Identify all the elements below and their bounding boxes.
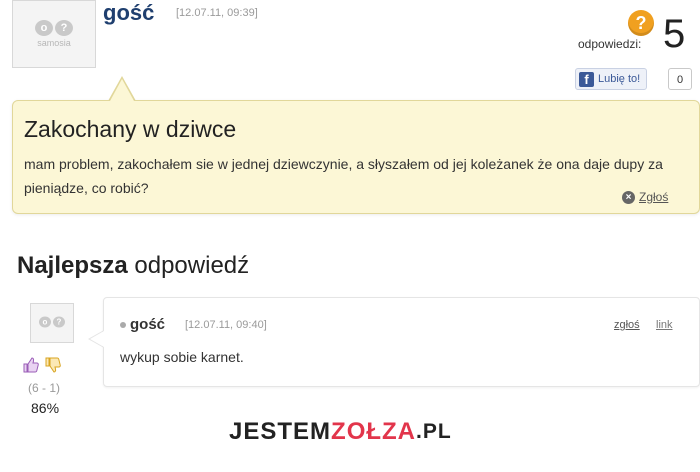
answer-permalink[interactable]: link [656,319,673,331]
answer-author[interactable]: gość [130,316,165,333]
answers-count: 5 [663,12,686,56]
question-author[interactable]: gość [103,0,154,26]
question-body: mam problem, zakochałem sie w jednej dzi… [24,156,663,196]
report-answer-link[interactable]: zgłoś [614,319,640,331]
answer-text: wykup sobie karnet. [120,349,244,365]
answer-bubble-tail-fill [90,331,104,347]
close-circle-icon: × [622,190,635,204]
facebook-like-button[interactable]: f Lubię to! [575,68,648,90]
bullet-icon [120,322,126,328]
report-question-link[interactable]: × Zgłoś [622,190,668,204]
question-bubble-tail-fill [110,79,134,101]
vote-score: (6 - 1) [28,381,61,395]
site-watermark-logo: JESTEM ZOŁZA .PL [229,418,452,446]
like-label: Lubię to! [598,73,641,85]
best-answer-heading-bold: Najlepsza [17,252,128,279]
thumbs-down-icon[interactable] [44,356,62,374]
vote-buttons [22,356,62,374]
best-answer-heading-rest: odpowiedź [134,252,250,279]
answer-date: [12.07.11, 09:40] [185,319,267,331]
best-answer-heading: Najlepsza odpowiedź [17,252,249,280]
watermark-tld: .PL [416,420,452,443]
question-mark-icon: ? [628,10,654,36]
report-label: Zgłoś [639,190,669,204]
like-count: 0 [668,68,692,90]
vote-percent: 86% [31,400,60,416]
question-date: [12.07.11, 09:39] [176,7,258,19]
question-title: Zakochany w dziwce [24,116,237,142]
avatar-caption: samosia [37,38,71,48]
watermark-part2: ZOŁZA [331,418,417,445]
facebook-icon: f [579,71,594,87]
answers-label: odpowiedzi: [578,37,642,51]
user-avatar: o? samosia [12,0,96,68]
answer-bubble [103,297,700,387]
answer-avatar: o? [30,303,74,343]
watermark-part1: JESTEM [229,418,332,445]
thumbs-up-icon[interactable] [22,356,40,374]
